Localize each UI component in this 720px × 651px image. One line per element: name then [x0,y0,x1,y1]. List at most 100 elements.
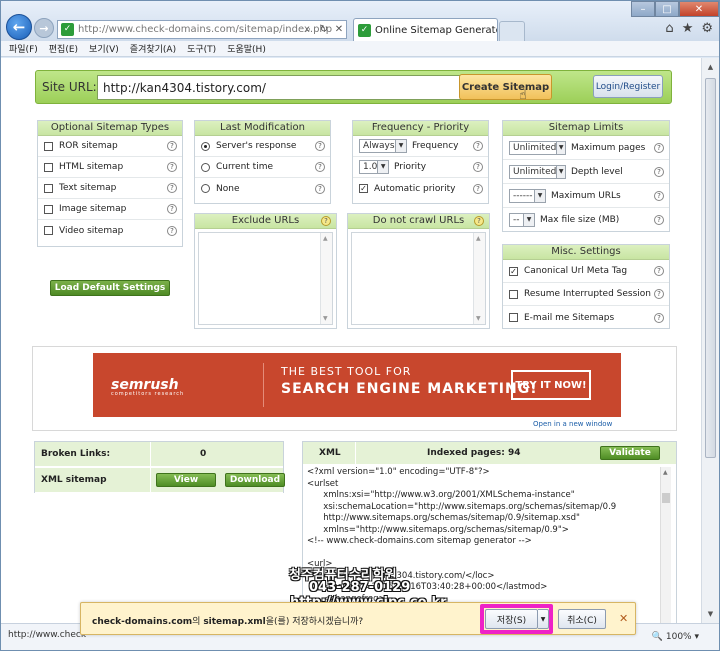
help-icon[interactable]: ? [315,183,325,194]
menu-help[interactable]: 도움말(H) [227,42,266,55]
help-icon[interactable]: ? [654,266,664,276]
menu-edit[interactable]: 편집(E) [49,42,78,55]
help-icon[interactable]: ? [473,183,483,194]
help-icon[interactable]: ? [167,162,177,172]
menu-favorites[interactable]: 즐겨찾기(A) [130,42,176,55]
checkbox[interactable] [44,162,53,172]
exclude-urls-textarea[interactable]: ▲ ▼ [198,232,333,325]
help-icon[interactable]: ? [473,141,483,151]
do-not-crawl-textarea[interactable]: ▲ ▼ [351,232,486,325]
textarea-scrollbar[interactable]: ▲ ▼ [473,233,485,324]
help-icon[interactable]: ? [474,216,484,226]
help-icon[interactable]: ? [654,289,664,299]
home-icon[interactable]: ⌂ [665,21,673,36]
open-new-window-link[interactable]: Open in a new window [533,420,612,428]
forward-button[interactable]: → [34,18,54,38]
scroll-down-icon[interactable]: ▼ [704,608,717,620]
help-icon[interactable]: ? [473,162,483,172]
page-scroll-thumb[interactable] [705,78,716,458]
checkbox-checked[interactable]: ✓ [509,266,518,276]
checkbox[interactable] [509,289,518,299]
menu-tools[interactable]: 도구(T) [187,42,216,55]
stop-icon[interactable]: ✕ [332,20,346,39]
option-ror[interactable]: ROR sitemap? [38,136,182,157]
radio[interactable] [201,162,210,172]
help-icon[interactable]: ? [654,312,664,323]
help-icon[interactable]: ? [167,225,177,236]
help-icon[interactable]: ? [315,141,325,151]
validate-button[interactable]: Validate [600,446,660,460]
misc-resume[interactable]: Resume Interrupted Session? [503,283,669,306]
automatic-priority-row[interactable]: ✓ Automatic priority? [353,178,488,199]
menu-view[interactable]: 보기(V) [89,42,119,55]
new-tab-button[interactable] [499,21,525,41]
save-dropdown-icon[interactable]: ▼ [538,609,549,629]
checkbox[interactable] [44,226,53,235]
zoom-level[interactable]: 🔍 100% ▾ [652,632,699,642]
option-html[interactable]: HTML sitemap? [38,157,182,178]
favorites-star-icon[interactable]: ★ [682,21,694,36]
refresh-icon[interactable]: ↻ [317,20,331,39]
search-icon[interactable]: ⌕ [301,20,315,39]
scroll-down-icon[interactable]: ▼ [476,315,481,322]
scroll-up-icon[interactable]: ▲ [704,61,717,73]
xml-tab[interactable]: XML [319,448,341,458]
maximize-button[interactable]: □ [655,1,679,17]
help-icon[interactable]: ? [167,141,177,151]
page-scrollbar[interactable]: ▲ ▼ [701,58,719,623]
scroll-up-icon[interactable]: ▲ [663,469,668,476]
menu-file[interactable]: 파일(F) [9,42,38,55]
frequency-select[interactable]: Always ▼ [359,139,407,153]
checkbox[interactable] [44,183,53,193]
lastmod-current[interactable]: Current time? [195,157,330,178]
help-icon[interactable]: ? [167,204,177,214]
radio-selected[interactable] [201,141,210,151]
minimize-button[interactable]: – [631,1,655,17]
load-default-settings-button[interactable]: Load Default Settings [50,280,170,296]
scroll-up-icon[interactable]: ▲ [476,235,481,242]
cancel-button[interactable]: 취소(C) [558,609,606,629]
misc-canonical[interactable]: ✓ Canonical Url Meta Tag? [503,260,669,283]
back-button[interactable]: ← [6,14,32,40]
scroll-up-icon[interactable]: ▲ [323,235,328,242]
scroll-down-icon[interactable]: ▼ [323,315,328,322]
help-icon[interactable]: ? [654,190,664,201]
help-icon[interactable]: ? [321,216,331,226]
help-icon[interactable]: ? [654,166,664,177]
help-icon[interactable]: ? [654,215,664,225]
textarea-scrollbar[interactable]: ▲ ▼ [320,233,332,324]
checkbox[interactable] [44,204,53,214]
login-register-button[interactable]: Login/Register [593,75,663,98]
tab-active[interactable]: ✓ Online Sitemap Generator ... ✕ [353,18,498,41]
help-icon[interactable]: ? [654,142,664,153]
semrush-banner[interactable]: semrush competitors research THE BEST TOO… [93,353,621,417]
site-url-input[interactable]: http://kan4304.tistory.com/ [97,75,461,100]
lastmod-server[interactable]: Server's response? [195,136,330,157]
checkbox[interactable] [509,313,518,322]
close-window-button[interactable]: ✕ [679,1,719,17]
help-icon[interactable]: ? [167,183,177,193]
depth-select[interactable]: Unlimited ▼ [509,164,566,179]
help-icon[interactable]: ? [315,162,325,172]
view-button[interactable]: View [156,473,216,487]
option-text[interactable]: Text sitemap? [38,178,182,199]
checkbox[interactable] [44,141,53,151]
misc-email[interactable]: E-mail me Sitemaps? [503,306,669,329]
scroll-thumb[interactable] [662,493,670,503]
create-sitemap-button[interactable]: Create Sitemap [459,74,552,100]
max-size-select[interactable]: -- ▼ [509,213,535,227]
radio[interactable] [201,184,210,193]
checkbox-checked[interactable]: ✓ [359,184,368,193]
option-image[interactable]: Image sitemap? [38,199,182,220]
tools-gear-icon[interactable]: ⚙ [701,21,713,36]
priority-select[interactable]: 1.0 ▼ [359,160,389,174]
xml-scrollbar[interactable]: ▲ [660,467,671,623]
download-button[interactable]: Download [225,473,285,487]
try-it-now-button[interactable]: TRY IT NOW! [511,370,591,400]
option-video[interactable]: Video sitemap? [38,220,182,241]
max-pages-select[interactable]: Unlimited ▼ [509,140,566,155]
max-urls-select[interactable]: ------ ▼ [509,188,546,203]
save-button[interactable]: 저장(S) [485,609,538,629]
lastmod-none[interactable]: None? [195,178,330,199]
close-notification-icon[interactable]: ✕ [619,612,628,625]
